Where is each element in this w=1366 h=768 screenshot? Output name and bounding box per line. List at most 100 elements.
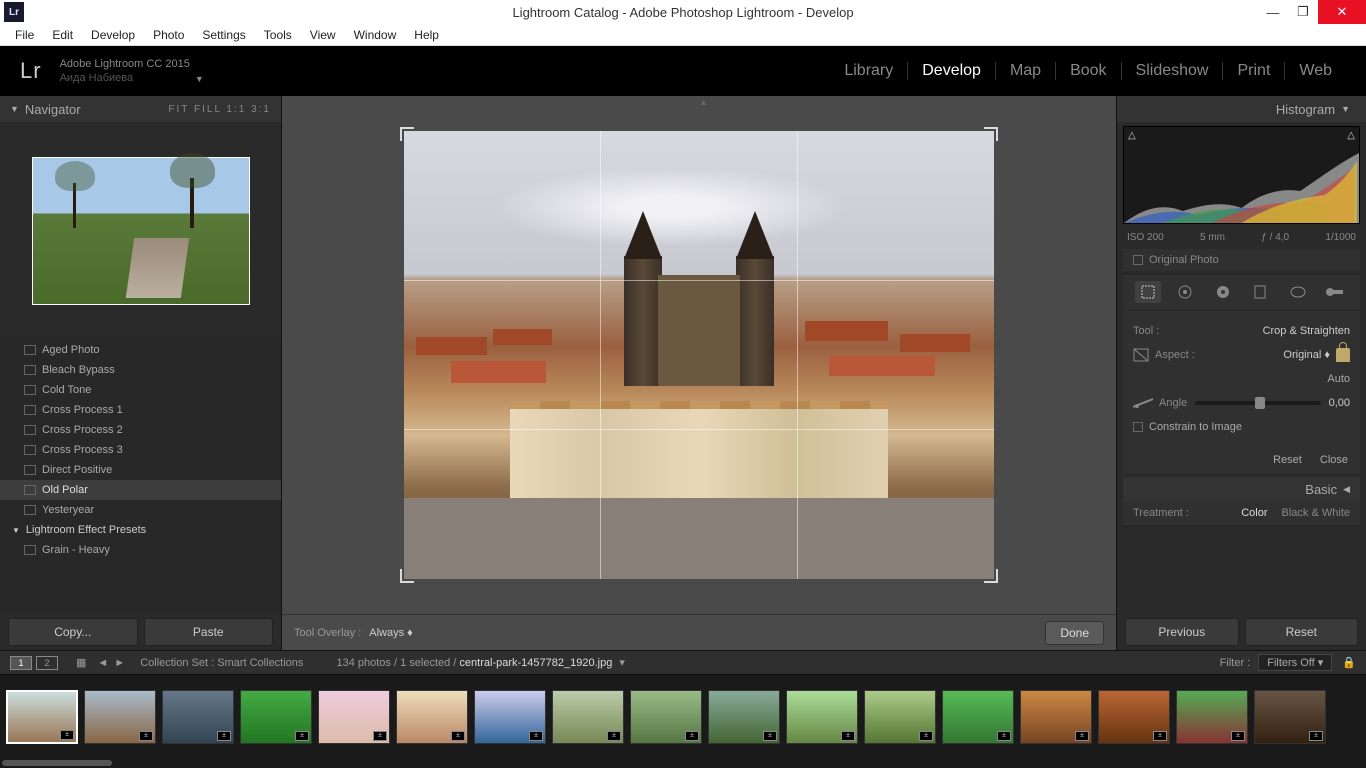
filmstrip-thumb[interactable]: ± [84,690,156,744]
menu-window[interactable]: Window [345,25,406,45]
tool-overlay-dropdown[interactable]: Always ♦ [369,627,413,639]
current-filename[interactable]: central-park-1457782_1920.jpg [459,657,612,669]
auto-straighten-button[interactable]: Auto [1327,373,1350,385]
scrollbar-thumb[interactable] [2,760,112,766]
crop-handle-br[interactable] [984,569,998,583]
histogram-chart[interactable]: △ △ [1123,126,1360,224]
preset-item[interactable]: Grain - Heavy [0,540,281,560]
preset-item[interactable]: Cross Process 1 [0,400,281,420]
gradient-tool-icon[interactable] [1247,281,1273,303]
spot-tool-icon[interactable] [1172,281,1198,303]
filmstrip-thumb[interactable]: ± [240,690,312,744]
copy-button[interactable]: Copy... [8,618,138,646]
menu-settings[interactable]: Settings [193,25,254,45]
filmstrip-thumb[interactable]: ± [942,690,1014,744]
preset-item-selected[interactable]: Old Polar [0,480,281,500]
aspect-dropdown[interactable]: Original ♦ [1283,349,1330,361]
module-develop[interactable]: Develop [908,62,996,80]
minimize-button[interactable]: — [1258,0,1288,24]
module-print[interactable]: Print [1223,62,1285,80]
preset-item[interactable]: Cross Process 2 [0,420,281,440]
close-button[interactable]: ✕ [1318,0,1366,24]
menu-tools[interactable]: Tools [255,25,301,45]
histogram-header[interactable]: Histogram ▼ [1117,96,1366,122]
navigator-zoom-options[interactable]: FIT FILL 1:1 3:1 [168,104,271,115]
filter-lock-icon[interactable]: 🔒 [1342,656,1356,669]
filmstrip-thumb[interactable]: ± [708,690,780,744]
preset-item[interactable]: Yesteryear [0,500,281,520]
preset-group[interactable]: ▼Lightroom Effect Presets [0,520,281,540]
basic-panel-header[interactable]: Basic ◀ [1123,477,1360,501]
filmstrip[interactable]: ± ± ± ± ± ± ± ± ± ± ± ± ± ± ± ± ± [0,674,1366,758]
module-slideshow[interactable]: Slideshow [1122,62,1224,80]
angle-value[interactable]: 0,00 [1329,397,1350,409]
constrain-checkbox[interactable] [1133,422,1143,432]
preset-item[interactable]: Cold Tone [0,380,281,400]
collection-path[interactable]: Collection Set : Smart Collections [140,657,303,669]
filmstrip-thumb[interactable]: ± [162,690,234,744]
module-book[interactable]: Book [1056,62,1121,80]
screen-1-button[interactable]: 1 [10,656,32,670]
shadow-clip-icon[interactable]: △ [1128,130,1136,141]
redeye-tool-icon[interactable] [1210,281,1236,303]
highlight-clip-icon[interactable]: △ [1347,130,1355,141]
filmstrip-thumb[interactable]: ± [396,690,468,744]
checkbox-icon[interactable] [1133,255,1143,265]
paste-button[interactable]: Paste [144,618,274,646]
module-web[interactable]: Web [1285,62,1346,80]
filename-dropdown-icon[interactable]: ▾ [619,657,625,669]
navigator-preview[interactable] [0,122,281,340]
menu-edit[interactable]: Edit [43,25,82,45]
treatment-color[interactable]: Color [1241,507,1267,519]
identity-dropdown-icon[interactable]: ▼ [195,74,204,86]
menu-file[interactable]: File [6,25,43,45]
filmstrip-thumb[interactable]: ± [630,690,702,744]
radial-tool-icon[interactable] [1285,281,1311,303]
filmstrip-thumb[interactable]: ± [1254,690,1326,744]
done-button[interactable]: Done [1045,621,1104,645]
filmstrip-thumb[interactable]: ± [1176,690,1248,744]
crop-handle-tl[interactable] [400,127,414,141]
navigator-header[interactable]: ▼ Navigator FIT FILL 1:1 3:1 [0,96,281,122]
brush-tool-icon[interactable] [1322,281,1348,303]
lock-icon[interactable] [1336,348,1350,362]
angle-slider[interactable] [1195,401,1320,405]
filmstrip-scrollbar[interactable] [0,758,1366,768]
preset-item[interactable]: Direct Positive [0,460,281,480]
tool-close-button[interactable]: Close [1320,454,1348,466]
filter-dropdown[interactable]: Filters Off ▾ [1258,654,1332,671]
maximize-button[interactable]: ❐ [1288,0,1318,24]
menu-help[interactable]: Help [405,25,448,45]
filmstrip-thumb[interactable]: ± [6,690,78,744]
module-library[interactable]: Library [830,62,908,80]
original-photo-toggle[interactable]: Original Photo [1123,249,1360,271]
filmstrip-thumb[interactable]: ± [474,690,546,744]
crop-handle-bl[interactable] [400,569,414,583]
menu-photo[interactable]: Photo [144,25,193,45]
screen-2-button[interactable]: 2 [36,656,58,670]
next-photo-icon[interactable]: ► [114,657,125,669]
collapse-icon[interactable]: ◀ [1343,484,1350,495]
grid-view-icon[interactable]: ▦ [76,656,86,669]
preset-item[interactable]: Aged Photo [0,340,281,360]
filmstrip-thumb[interactable]: ± [1020,690,1092,744]
crop-handle-tr[interactable] [984,127,998,141]
filmstrip-thumb[interactable]: ± [1098,690,1170,744]
filmstrip-thumb[interactable]: ± [786,690,858,744]
crop-tool-icon[interactable] [1135,281,1161,303]
tool-reset-button[interactable]: Reset [1273,454,1302,466]
treatment-bw[interactable]: Black & White [1282,507,1350,519]
menu-develop[interactable]: Develop [82,25,144,45]
preset-item[interactable]: Cross Process 3 [0,440,281,460]
previous-button[interactable]: Previous [1125,618,1239,646]
navigator-thumbnail[interactable] [32,157,250,305]
photo-crop-area[interactable] [404,131,994,579]
reset-button[interactable]: Reset [1245,618,1359,646]
filmstrip-thumb[interactable]: ± [864,690,936,744]
identity-plate[interactable]: Adobe Lightroom CC 2015 Аида Набиева ▼ [60,57,190,86]
preset-item[interactable]: Bleach Bypass [0,360,281,380]
filmstrip-thumb[interactable]: ± [552,690,624,744]
menu-view[interactable]: View [301,25,345,45]
collapse-icon[interactable]: ▼ [1341,104,1350,114]
filmstrip-thumb[interactable]: ± [318,690,390,744]
